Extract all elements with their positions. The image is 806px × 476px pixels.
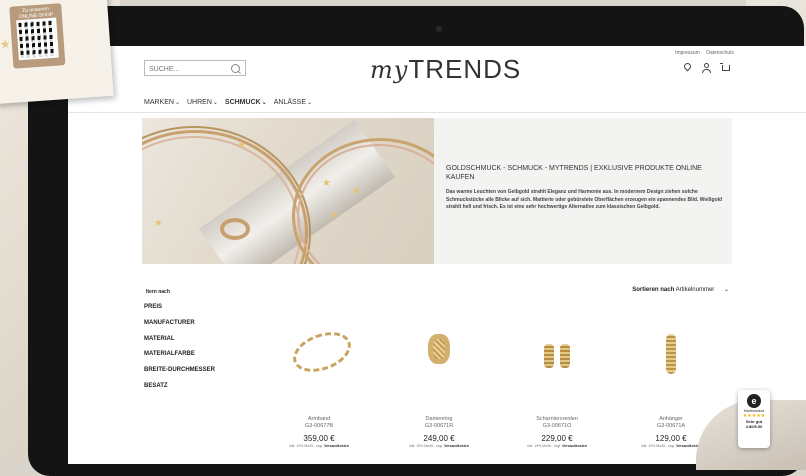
- filter-title: ltern nach: [146, 289, 170, 295]
- logo-script: my: [370, 56, 409, 84]
- shipping-link[interactable]: Versandkosten: [444, 444, 469, 448]
- product-card[interactable]: Anhänger G3-00671A 129,00 € inkl. 19% Mw…: [626, 316, 716, 448]
- nav-label: MARKEN: [144, 99, 174, 106]
- search-icon[interactable]: [231, 64, 240, 73]
- price-note-text: inkl. 19% MwSt., zzgl.: [289, 444, 324, 448]
- chevron-down-icon: ⌄: [212, 100, 218, 106]
- hero-text-panel: GOLDSCHMUCK - SCHMUCK - MYTRENDS | EXKLU…: [434, 118, 732, 264]
- star-icon: ★: [330, 210, 339, 221]
- chevron-down-icon: ⌄: [261, 100, 267, 106]
- hero-title: GOLDSCHMUCK - SCHMUCK - MYTRENDS | EXKLU…: [446, 165, 702, 181]
- sort-dropdown[interactable]: Sortieren nach Artikelnummer ⌄: [632, 286, 729, 293]
- ring-graphic: [428, 334, 450, 364]
- product-name[interactable]: Scharniercreolen: [512, 416, 602, 423]
- ring-graphic: [220, 218, 250, 240]
- product-code: G3-00671O: [542, 423, 572, 429]
- chevron-down-icon: ⌄: [307, 100, 313, 106]
- price-note: inkl. 19% MwSt., zzgl. Versandkosten: [512, 444, 602, 448]
- star-icon: ★: [154, 218, 163, 229]
- product-code: G3-00671A: [656, 423, 686, 429]
- filter-manufacturer[interactable]: MANUFACTURER: [144, 320, 195, 326]
- filter-besatz[interactable]: BESATZ: [144, 383, 168, 389]
- nav-divider: [68, 112, 806, 113]
- main-nav: MARKEN⌄ UHREN⌄ SCHMUCK⌄ ANLÄSSE⌄: [144, 99, 312, 106]
- shipping-link[interactable]: Versandkosten: [324, 444, 349, 448]
- product-name[interactable]: Anhänger: [626, 416, 716, 423]
- product-code: G3-00677B: [304, 423, 334, 429]
- product-card[interactable]: Armband G3-00677B 359,00 € inkl. 19% MwS…: [274, 316, 364, 448]
- flyer-card: Zu unserem ONLINE-SHOP ★: [0, 0, 114, 104]
- bracelet-graphic: [287, 324, 357, 380]
- chevron-down-icon: ⌄: [723, 287, 729, 293]
- search-input[interactable]: [149, 64, 219, 74]
- nav-label: UHREN: [186, 99, 212, 106]
- location-pin-icon[interactable]: [682, 61, 693, 72]
- site-logo[interactable]: myTRENDS: [370, 54, 521, 85]
- necklace-graphic: [142, 136, 301, 264]
- product-code: G3-00671R: [424, 423, 454, 429]
- product-image[interactable]: [626, 316, 716, 412]
- filter-material[interactable]: MATERIAL: [144, 336, 175, 342]
- nav-item-uhren[interactable]: UHREN⌄: [187, 99, 218, 106]
- trusted-shops-logo-icon: e: [747, 394, 761, 408]
- star-icon: ★: [237, 140, 246, 151]
- product-image[interactable]: [512, 316, 602, 412]
- hero-description: Das warme Leuchten von Gelbgold strahlt …: [446, 189, 723, 210]
- user-icon[interactable]: [702, 63, 711, 73]
- filter-materialfarbe[interactable]: MATERIALFARBE: [144, 351, 195, 357]
- trusted-shops-badge[interactable]: e Käuferschutz ★★★★★ Sehr gut 4.80/5.00: [738, 390, 770, 448]
- hero-image: ★ ★ ★ ★ ★: [142, 118, 434, 264]
- sort-value: Artikelnummer: [675, 287, 715, 293]
- nav-item-anlaesse[interactable]: ANLÄSSE⌄: [274, 99, 312, 106]
- nav-label: ANLÄSSE: [273, 99, 307, 106]
- datenschutz-link[interactable]: Datenschutz: [706, 50, 734, 56]
- search-box[interactable]: [144, 60, 246, 76]
- qr-code-icon: [16, 17, 59, 61]
- product-price: 359,00 €: [303, 434, 335, 443]
- camera-icon: [436, 26, 442, 32]
- impressum-link[interactable]: Impressum: [675, 50, 700, 56]
- nav-label: SCHMUCK: [224, 99, 261, 106]
- price-note: inkl. 19% MwSt., zzgl. Versandkosten: [274, 444, 364, 448]
- earring-graphic: [544, 344, 554, 368]
- product-card[interactable]: Scharniercreolen G3-00671O 229,00 € inkl…: [512, 316, 602, 448]
- price-note-text: inkl. 19% MwSt., zzgl.: [409, 444, 444, 448]
- filter-breite-durchmesser[interactable]: BREITE-DURCHMESSER: [144, 367, 215, 373]
- product-image[interactable]: [394, 316, 484, 412]
- nav-item-schmuck[interactable]: SCHMUCK⌄: [225, 99, 267, 106]
- tablet-frame: myTRENDS Impressum Datenschutz MARKEN⌄ U…: [28, 6, 806, 476]
- star-icon: ★: [352, 186, 361, 197]
- badge-score: 4.80/5.00: [745, 424, 763, 429]
- price-note: inkl. 19% MwSt., zzgl. Versandkosten: [394, 444, 484, 448]
- screen: myTRENDS Impressum Datenschutz MARKEN⌄ U…: [68, 46, 806, 464]
- header-icons: [682, 61, 730, 73]
- earring-graphic: [560, 344, 570, 368]
- pendant-graphic: [666, 334, 676, 374]
- product-price: 249,00 €: [423, 434, 455, 443]
- star-icon: ★: [322, 178, 331, 189]
- logo-text: TRENDS: [408, 54, 522, 84]
- price-note-text: inkl. 19% MwSt., zzgl.: [641, 444, 676, 448]
- product-name[interactable]: Damenring: [394, 416, 484, 423]
- sort-label: Sortieren nach: [632, 287, 675, 293]
- nav-item-marken[interactable]: MARKEN⌄: [144, 99, 180, 106]
- shipping-link[interactable]: Versandkosten: [562, 444, 587, 448]
- cart-icon[interactable]: [720, 63, 730, 71]
- top-links: Impressum Datenschutz: [670, 50, 734, 56]
- product-name[interactable]: Armband: [274, 416, 364, 423]
- star-icon: ★: [0, 36, 12, 52]
- product-card[interactable]: Damenring G3-00671R 249,00 € inkl. 19% M…: [394, 316, 484, 448]
- filter-preis[interactable]: PREIS: [144, 304, 162, 310]
- price-note-text: inkl. 19% MwSt., zzgl.: [527, 444, 562, 448]
- chevron-down-icon: ⌄: [174, 100, 180, 106]
- product-image[interactable]: [274, 316, 364, 412]
- product-price: 229,00 €: [541, 434, 573, 443]
